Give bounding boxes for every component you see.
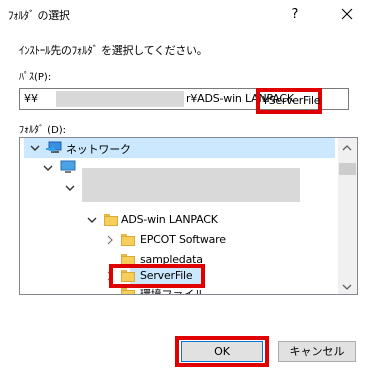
path-label: ﾊﾟｽ(P): — [19, 72, 52, 83]
ok-button[interactable]: OK — [181, 341, 263, 362]
scroll-thumb[interactable] — [339, 163, 356, 175]
scroll-up-icon[interactable] — [342, 142, 352, 151]
chevron-down-icon[interactable] — [86, 214, 98, 226]
folder-icon — [121, 234, 135, 246]
tree-label-ads-win: ADS-win LANPACK — [121, 213, 218, 226]
tree-scrollbar[interactable] — [338, 138, 357, 294]
network-icon — [46, 140, 64, 159]
tree-label-env: 環境ファイル — [140, 288, 205, 295]
folder-icon — [121, 288, 135, 294]
instruction-text: ｲﾝｽﾄｰﾙ先のﾌｫﾙﾀﾞ を選択してください。 — [19, 44, 208, 57]
redacted-region — [82, 168, 300, 202]
chevron-down-icon[interactable] — [64, 182, 76, 194]
tree-label-epcot: EPCOT Software — [140, 233, 226, 246]
chevron-down-icon[interactable] — [42, 162, 54, 174]
tree-item-epcot[interactable]: EPCOT Software — [20, 230, 320, 250]
close-icon — [341, 8, 353, 20]
close-button[interactable] — [332, 4, 362, 26]
help-button[interactable]: ? — [282, 4, 308, 26]
cancel-button[interactable]: キャンセル — [278, 341, 356, 362]
scroll-down-icon[interactable] — [342, 281, 352, 290]
title-bar: ﾌｫﾙﾀﾞ の選択 ? — [0, 0, 367, 30]
tree-item-env[interactable]: 環境ファイル — [20, 284, 320, 295]
tree-item-ads-win[interactable]: ADS-win LANPACK — [20, 210, 320, 230]
tree-item-network[interactable]: ネットワーク — [24, 138, 335, 158]
computer-icon — [60, 160, 76, 177]
tree-item-share[interactable] — [20, 178, 82, 198]
window-title: ﾌｫﾙﾀﾞ の選択 — [8, 9, 70, 22]
path-end: ¥ServerFile — [262, 94, 321, 107]
folder-label: ﾌｫﾙﾀﾞ (D): — [19, 125, 67, 136]
chevron-down-icon[interactable] — [29, 142, 41, 154]
chevron-right-icon[interactable] — [104, 234, 116, 246]
redacted-region — [56, 91, 184, 107]
path-prefix: ¥¥ — [24, 92, 38, 105]
tree-label-network: ネットワーク — [66, 143, 131, 156]
folder-tree[interactable]: ネットワーク ADS-win LANPACK EPCOT Software sa… — [19, 137, 358, 295]
folder-icon — [104, 214, 118, 226]
